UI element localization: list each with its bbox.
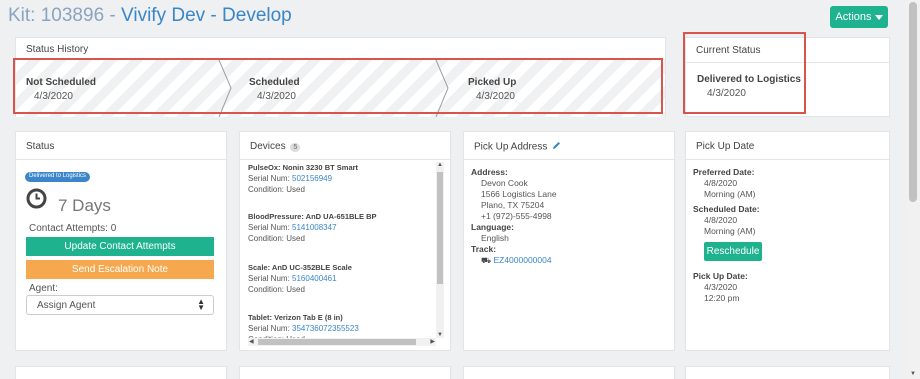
select-arrows-icon: ▲ ▼ <box>197 297 205 312</box>
scheduled-date-label: Scheduled Date: <box>693 204 760 214</box>
page-scroll-thumb[interactable] <box>909 2 917 202</box>
pickup-date-card: Pick Up Date Preferred Date: 4/8/2020 Mo… <box>685 131 890 351</box>
address-block: Address: Devon Cook 1566 Logistics Lane … <box>471 167 557 266</box>
devices-list[interactable]: PulseOx: Nonin 3230 BT Smart Serial Num:… <box>248 162 436 345</box>
horizontal-scroll-thumb[interactable] <box>258 339 416 345</box>
devices-title: Devices <box>250 141 286 152</box>
device-item: PulseOx: Nonin 3230 BT Smart Serial Num:… <box>248 162 358 195</box>
device-serial: Serial Num: 5141008347 <box>248 223 337 232</box>
pickup-address-title: Pick Up Address <box>474 141 548 153</box>
devices-vertical-scrollbar[interactable]: ▲ ▼ <box>436 162 444 338</box>
pickup-date-title: Pick Up Date <box>686 132 889 160</box>
scroll-up-icon[interactable]: ▲ <box>437 162 443 168</box>
preferred-date-label: Preferred Date: <box>693 167 755 177</box>
status-card-title: Status <box>16 132 226 160</box>
device-serial-link[interactable]: 502156949 <box>292 174 332 183</box>
agent-label: Agent: <box>29 283 58 294</box>
truck-icon: ⛟ <box>481 256 492 265</box>
pickup-date-block: Preferred Date: 4/8/2020 Morning (AM) Sc… <box>693 167 760 237</box>
kit-number: Kit: 103896 - <box>8 5 116 26</box>
caret-down-icon <box>874 14 883 20</box>
device-serial: Serial Num: 502156949 <box>248 174 333 183</box>
device-name: Scale: AnD UC-352BLE Scale <box>248 263 352 272</box>
address-city: Plano, TX 75204 <box>481 200 545 210</box>
page-vertical-scrollbar[interactable]: ▼ <box>906 0 920 379</box>
pickup-date-label: Pick Up Date: <box>693 271 748 281</box>
scroll-right-icon[interactable]: ▶ <box>430 338 435 345</box>
actions-button[interactable]: Actions <box>830 6 888 28</box>
status-history-title: Status History <box>16 38 665 60</box>
devices-horizontal-scrollbar[interactable]: ◀ ▶ <box>248 338 436 346</box>
device-name: PulseOx: Nonin 3230 BT Smart <box>248 163 359 172</box>
page-scroll-down-icon[interactable]: ▼ <box>910 371 916 377</box>
pencil-icon[interactable] <box>552 141 561 153</box>
actions-label: Actions <box>835 11 872 23</box>
device-name: BloodPressure: AnD UA-651BLE BP <box>248 212 377 221</box>
scroll-left-icon[interactable]: ◀ <box>249 338 254 345</box>
highlight-current-status <box>683 32 806 114</box>
status-card: Status Delivered to Logistics 7 Days Con… <box>15 131 227 351</box>
highlight-status-history <box>13 58 663 114</box>
scroll-down-icon[interactable]: ▼ <box>437 332 443 338</box>
device-serial: Serial Num: 354736072355523 <box>248 324 359 333</box>
device-condition: Condition: Used <box>248 185 305 194</box>
preferred-date-value: 4/8/2020 <box>704 178 738 188</box>
pickup-address-header: Pick Up Address <box>464 132 674 160</box>
bottom-card-1 <box>15 366 227 379</box>
device-serial-link[interactable]: 5141008347 <box>292 223 337 232</box>
devices-card: Devices 5 PulseOx: Nonin 3230 BT Smart S… <box>239 131 451 351</box>
assign-agent-value: Assign Agent <box>37 300 96 311</box>
device-serial-link[interactable]: 354736072355523 <box>292 324 359 333</box>
language-value: English <box>481 233 509 243</box>
send-escalation-note-button[interactable]: Send Escalation Note <box>26 260 214 279</box>
bottom-card-2 <box>239 366 451 379</box>
page-title: Kit: 103896 - Vivify Dev - Develop <box>8 5 292 27</box>
device-condition: Condition: Used <box>248 285 305 294</box>
pickup-time-value: 12:20 pm <box>704 293 740 303</box>
actual-pickup-block: Pick Up Date: 4/3/2020 12:20 pm <box>693 271 748 304</box>
days-count: 7 Days <box>58 196 111 215</box>
devices-header: Devices 5 <box>240 132 450 160</box>
scheduled-date-value: 4/8/2020 <box>704 215 738 225</box>
assign-agent-select[interactable]: Assign Agent ▲ ▼ <box>26 295 214 315</box>
device-condition: Condition: Used <box>248 234 305 243</box>
status-badge: Delivered to Logistics <box>25 172 91 182</box>
address-street: 1566 Logistics Lane <box>481 189 557 199</box>
track-link[interactable]: EZ4000000004 <box>493 255 551 265</box>
devices-count-badge: 5 <box>290 143 301 152</box>
track-label: Track: <box>471 244 497 254</box>
clock-icon <box>26 188 47 209</box>
device-serial-link[interactable]: 5160400461 <box>292 274 337 283</box>
device-serial: Serial Num: 5160400461 <box>248 274 337 283</box>
bottom-card-4 <box>685 366 890 379</box>
address-phone: +1 (972)-555-4998 <box>481 211 552 221</box>
contact-attempts: Contact Attempts: 0 <box>29 223 117 234</box>
bottom-card-3 <box>463 366 675 379</box>
address-name: Devon Cook <box>481 178 528 188</box>
device-item: BloodPressure: AnD UA-651BLE BP Serial N… <box>248 211 377 244</box>
pickup-address-card: Pick Up Address Address: Devon Cook 1566… <box>463 131 675 351</box>
language-label: Language: <box>471 222 514 232</box>
address-label: Address: <box>471 167 508 177</box>
vertical-scroll-thumb[interactable] <box>437 172 443 284</box>
preferred-time-value: Morning (AM) <box>704 189 756 199</box>
pickup-date-value: 4/3/2020 <box>704 282 738 292</box>
device-item: Scale: AnD UC-352BLE Scale Serial Num: 5… <box>248 262 352 295</box>
device-name: Tablet: Verizon Tab E (8 in) <box>248 313 343 322</box>
update-contact-attempts-button[interactable]: Update Contact Attempts <box>26 237 214 256</box>
kit-name: Vivify Dev - Develop <box>121 5 292 26</box>
reschedule-button[interactable]: Reschedule <box>704 242 762 261</box>
track-row: ⛟ EZ4000000004 <box>481 255 557 266</box>
scheduled-time-value: Morning (AM) <box>704 226 756 236</box>
